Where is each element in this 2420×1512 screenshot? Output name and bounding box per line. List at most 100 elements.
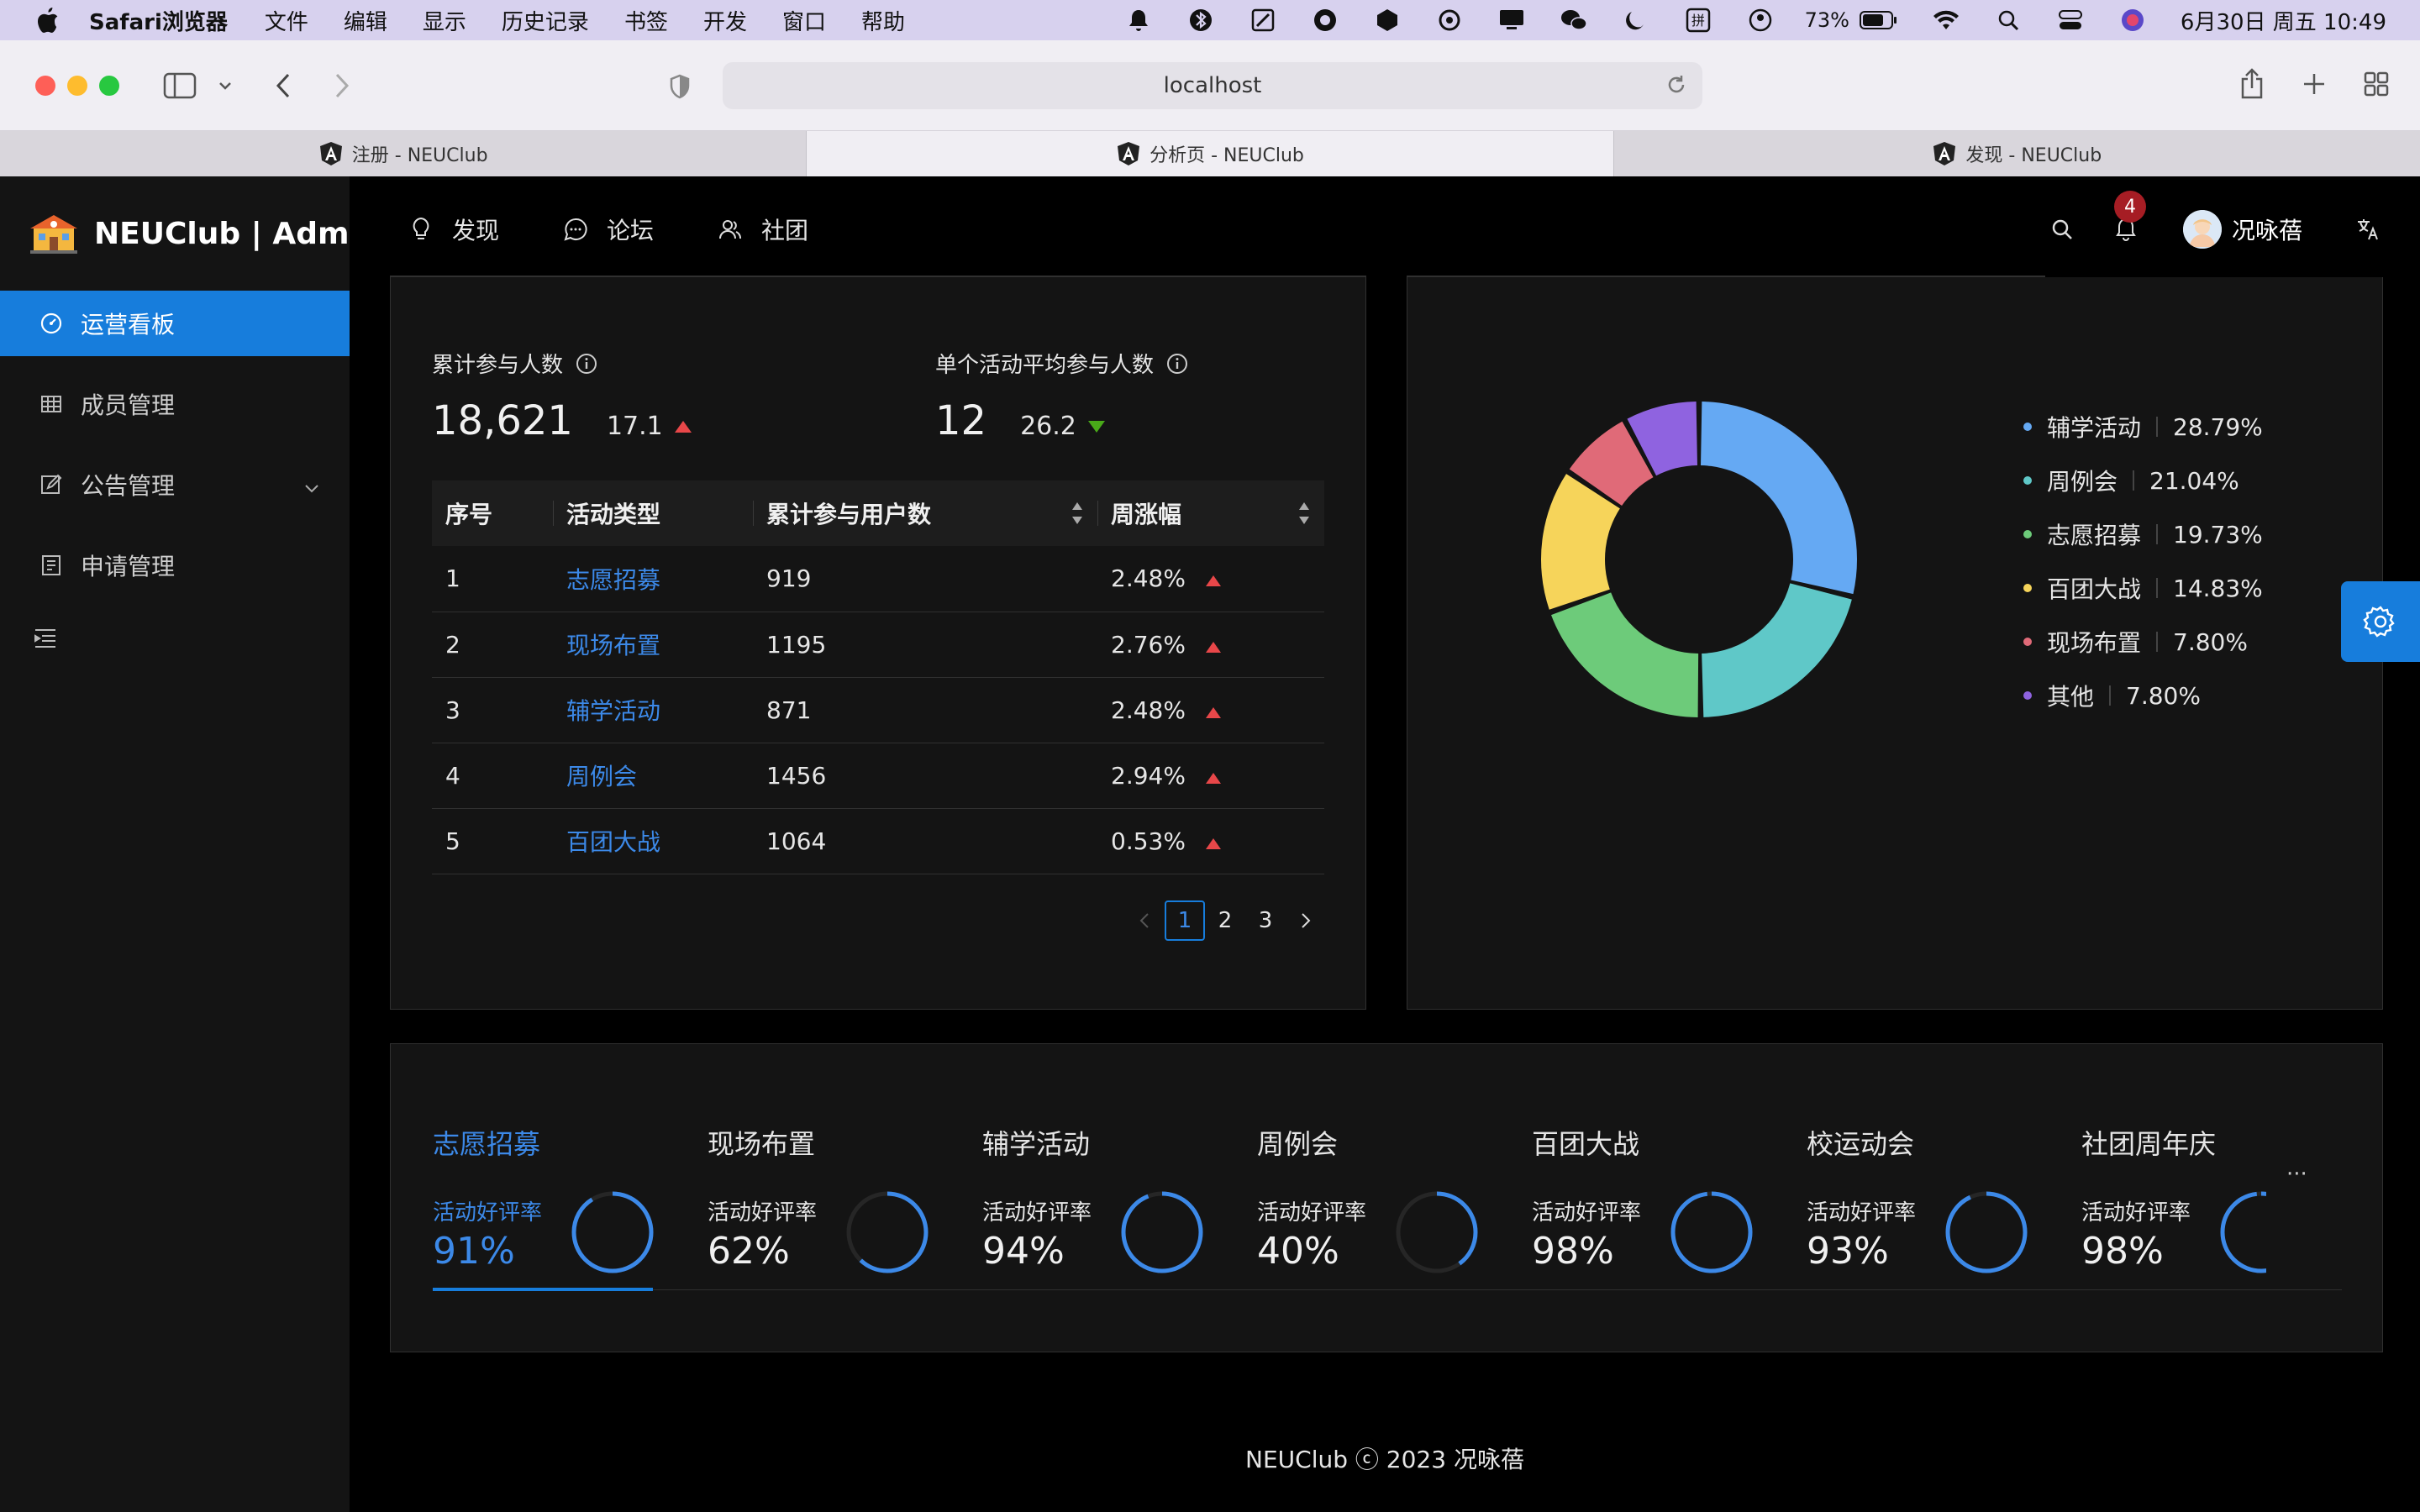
user-icon[interactable]: [1746, 6, 1775, 34]
top-menu-label: 论坛: [607, 217, 655, 244]
forward-icon[interactable]: [329, 71, 355, 101]
privacy-shield-icon[interactable]: [667, 72, 692, 101]
sort-icon[interactable]: [1071, 501, 1084, 526]
moon-icon[interactable]: [1622, 6, 1650, 34]
legend-value: 14.83%: [2173, 574, 2263, 602]
rate-tab[interactable]: 辅学活动 活动好评率 94%: [982, 1123, 1234, 1273]
menu-view[interactable]: 显示: [423, 5, 466, 36]
battery-icon[interactable]: [1859, 6, 1898, 34]
reload-icon[interactable]: [1665, 74, 1687, 102]
sort-icon[interactable]: [1297, 501, 1311, 526]
rate-tab[interactable]: 社团周年庆 活动好评率 98%: [2081, 1123, 2266, 1291]
new-tab-icon[interactable]: [2301, 71, 2328, 97]
chevron-down-icon[interactable]: [217, 77, 234, 94]
page-button-2[interactable]: 2: [1205, 900, 1245, 941]
page-button-1[interactable]: 1: [1165, 900, 1205, 941]
prev-page-button[interactable]: [1124, 900, 1165, 941]
rate-tab[interactable]: 志愿招募 活动好评率 91%: [433, 1123, 685, 1273]
pie-slice[interactable]: [1702, 583, 1852, 717]
legend-item[interactable]: 周例会 21.04%: [2023, 464, 2239, 497]
column-header-sortable[interactable]: 周涨幅: [1097, 480, 1324, 546]
rate-tab[interactable]: 周例会 活动好评率 40%: [1257, 1123, 1509, 1273]
share-icon[interactable]: [2238, 67, 2265, 101]
menu-develop[interactable]: 开发: [703, 5, 747, 36]
sidebar-item-members[interactable]: 成员管理: [0, 371, 350, 437]
sidebar-item-applications[interactable]: 申请管理: [0, 533, 350, 598]
theme-settings-button[interactable]: [2341, 581, 2420, 662]
address-bar[interactable]: localhost: [723, 62, 1702, 109]
info-icon[interactable]: [1165, 352, 1189, 375]
menu-help[interactable]: 帮助: [861, 5, 905, 36]
profile-icon: [39, 553, 64, 578]
top-menu-clubs[interactable]: 社团: [718, 213, 808, 246]
rate-tab[interactable]: 现场布置 活动好评率 62%: [708, 1123, 960, 1273]
menu-history[interactable]: 历史记录: [502, 5, 589, 36]
cell-type-link[interactable]: 志愿招募: [553, 546, 753, 612]
zoom-window-button[interactable]: [99, 76, 119, 96]
pie-slice[interactable]: [1701, 402, 1857, 595]
user-menu[interactable]: 况咏蓓: [2182, 210, 2302, 249]
table-row: 4 周例会 1456 2.94%: [432, 743, 1324, 809]
control-center-icon[interactable]: [2056, 6, 2085, 34]
cell-type-link[interactable]: 周例会: [553, 743, 753, 809]
next-page-button[interactable]: [1286, 900, 1326, 941]
cell-type-link[interactable]: 现场布置: [553, 612, 753, 678]
collapse-menu-button[interactable]: [0, 622, 350, 655]
sidebar-item-notices[interactable]: 公告管理: [0, 452, 350, 517]
display-icon[interactable]: [1497, 6, 1526, 34]
legend-item[interactable]: 现场布置 7.80%: [2023, 625, 2248, 659]
bell-icon[interactable]: [1124, 6, 1153, 34]
globe-icon[interactable]: [1311, 6, 1339, 34]
caret-up-icon: [1205, 772, 1221, 784]
translate-icon[interactable]: [2353, 214, 2383, 244]
pie-slice[interactable]: [1551, 592, 1699, 717]
apple-icon[interactable]: [32, 5, 62, 35]
minimize-window-button[interactable]: [67, 76, 87, 96]
sync-icon[interactable]: [1435, 6, 1464, 34]
browser-tab[interactable]: 发现 - NEUClub: [1614, 131, 2420, 176]
notification-bell-icon[interactable]: 4: [2111, 191, 2146, 244]
paw-icon[interactable]: [1373, 6, 1402, 34]
bluetooth-icon[interactable]: [1186, 6, 1215, 34]
menu-app-name[interactable]: Safari浏览器: [89, 5, 228, 36]
menu-file[interactable]: 文件: [265, 5, 308, 36]
column-header-sortable[interactable]: 累计参与用户数: [753, 480, 1097, 546]
rate-tab[interactable]: 校运动会 活动好评率 93%: [1807, 1123, 2059, 1273]
clock[interactable]: 6月30日 周五 10:49: [2181, 5, 2386, 36]
siri-icon[interactable]: [2118, 6, 2147, 34]
bulb-icon: [408, 217, 434, 242]
cell-type-link[interactable]: 辅学活动: [553, 677, 753, 743]
cell-type-link[interactable]: 百团大战: [553, 808, 753, 874]
page-button-3[interactable]: 3: [1245, 900, 1286, 941]
info-icon[interactable]: [575, 352, 598, 375]
close-window-button[interactable]: [35, 76, 55, 96]
browser-tab-active[interactable]: 分析页 - NEUClub: [807, 131, 1614, 176]
rate-tab[interactable]: 百团大战 活动好评率 98%: [1532, 1123, 1784, 1273]
search-icon[interactable]: [1994, 6, 2023, 34]
search-icon[interactable]: [2047, 214, 2077, 244]
rate-tab-title: 社团周年庆: [2081, 1128, 2217, 1160]
menu-edit[interactable]: 编辑: [344, 5, 387, 36]
chevron-down-icon[interactable]: [304, 471, 319, 499]
browser-tab[interactable]: 注册 - NEUClub: [0, 131, 808, 176]
logo[interactable]: NEUClub | Adm: [0, 176, 350, 291]
sidebar-item-dashboard[interactable]: 运营看板: [0, 291, 350, 356]
legend-item[interactable]: 辅学活动 28.79%: [2023, 410, 2263, 444]
legend-item[interactable]: 志愿招募 19.73%: [2023, 517, 2263, 551]
wifi-icon[interactable]: [1932, 6, 1960, 34]
tab-label: 注册 - NEUClub: [351, 145, 488, 166]
legend-item[interactable]: 百团大战 14.83%: [2023, 571, 2263, 605]
input-method-icon[interactable]: 拼: [1684, 6, 1712, 34]
edit-icon[interactable]: [1249, 6, 1277, 34]
wechat-icon[interactable]: [1560, 6, 1588, 34]
top-menu-discover[interactable]: 发现: [408, 213, 499, 246]
sidebar-toggle-icon[interactable]: [163, 71, 197, 101]
tab-overview-icon[interactable]: [2363, 71, 2390, 97]
top-menu-forum[interactable]: 论坛: [563, 213, 654, 246]
cell-growth: 2.48%: [1097, 546, 1324, 612]
back-icon[interactable]: [271, 71, 296, 101]
more-tabs-button[interactable]: ···: [2286, 1162, 2307, 1187]
legend-item[interactable]: 其他 7.80%: [2023, 679, 2201, 712]
menu-bookmarks[interactable]: 书签: [624, 5, 668, 36]
menu-window[interactable]: 窗口: [782, 5, 826, 36]
